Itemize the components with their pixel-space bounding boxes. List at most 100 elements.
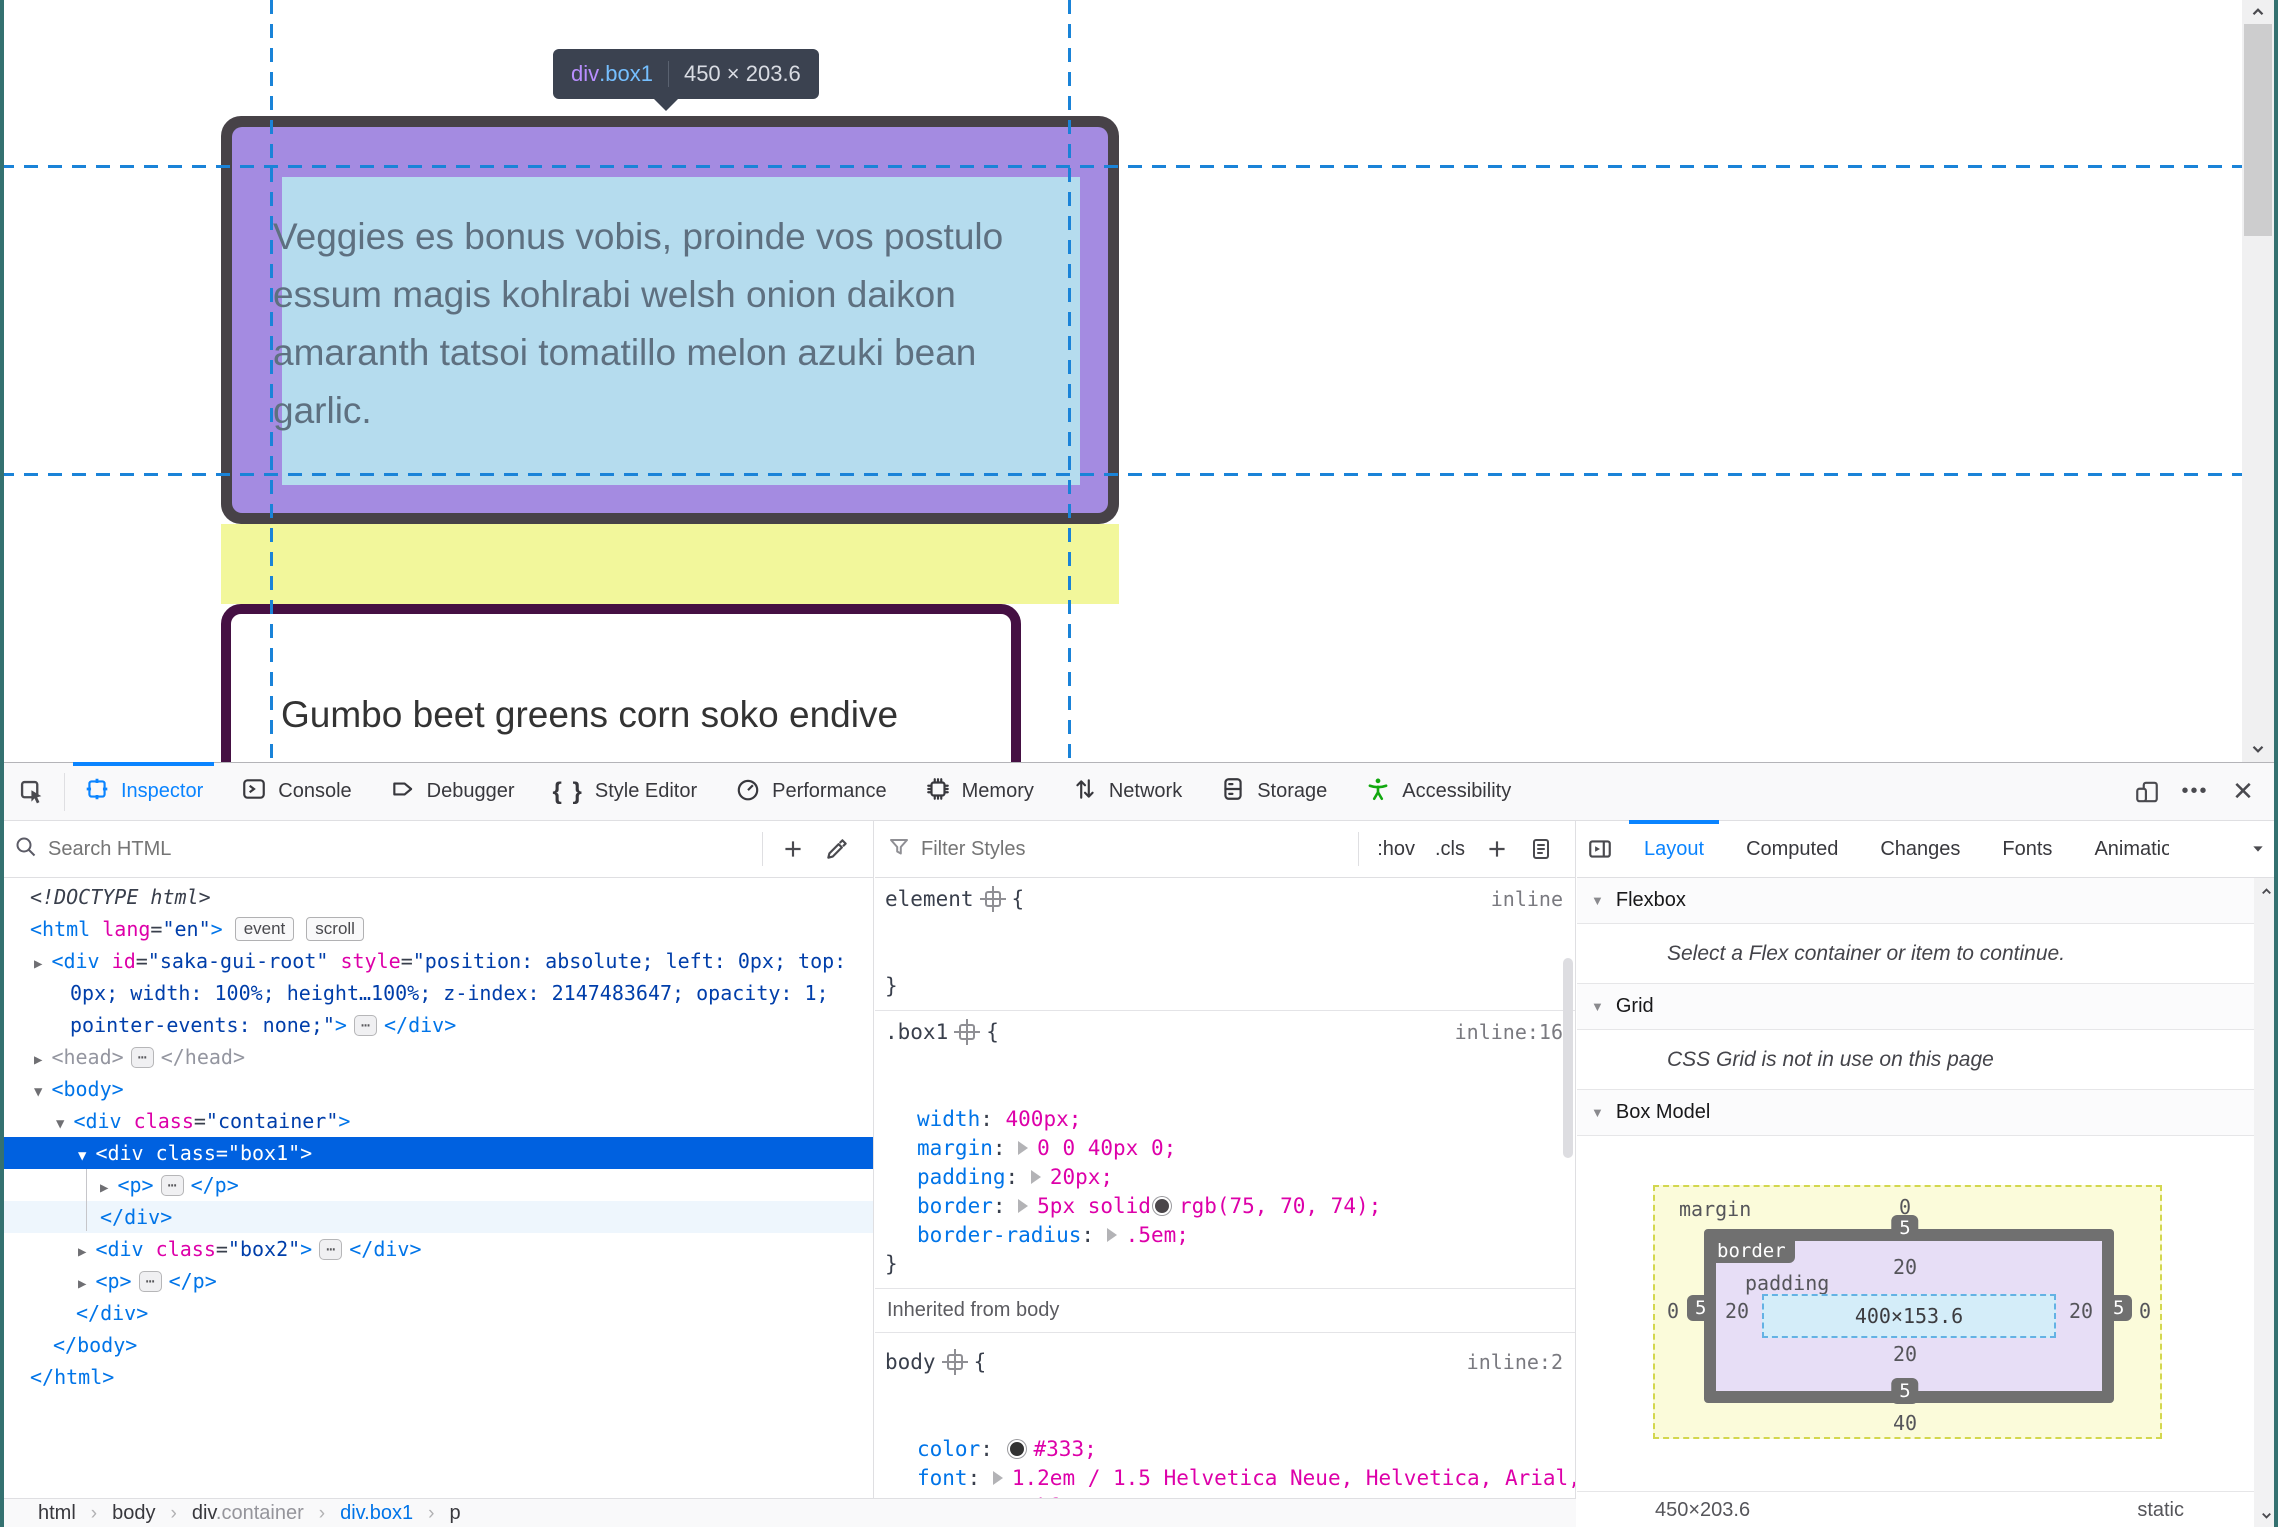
margin-right-value[interactable]: 0 xyxy=(2139,1299,2151,1323)
breadcrumb-item-html[interactable]: html xyxy=(38,1502,76,1525)
markup-row-body[interactable]: ▼ <body> xyxy=(0,1073,873,1105)
print-media-simulation-icon[interactable] xyxy=(1519,827,1563,871)
breadcrumb-tag: div xyxy=(191,1502,216,1524)
tab-inspector[interactable]: Inspector xyxy=(65,762,222,820)
tab-layout[interactable]: Layout xyxy=(1623,820,1725,877)
highlight-selector-icon[interactable] xyxy=(941,1349,968,1375)
declaration-font[interactable]: font: 1.2em / 1.5 Helvetica Neue, Helvet… xyxy=(875,1464,1575,1493)
memory-icon xyxy=(925,776,951,808)
markup-row-head[interactable]: ▶ <head> ⋯ </head> xyxy=(0,1041,873,1073)
content-dimensions: 400×153.6 xyxy=(1854,1304,1964,1328)
tab-memory[interactable]: Memory xyxy=(906,763,1053,820)
breadcrumb-item-div-container[interactable]: div.container xyxy=(192,1502,304,1525)
breadcrumb-item-body[interactable]: body xyxy=(112,1502,155,1525)
breadcrumb-item-p[interactable]: p xyxy=(449,1502,460,1525)
filter-styles-input[interactable] xyxy=(921,837,1351,861)
markup-row-div-box2[interactable]: ▶ <div class="box2"> ⋯ </div> xyxy=(0,1233,873,1265)
code-token: ; xyxy=(1176,1223,1189,1247)
close-devtools-button[interactable]: ✕ xyxy=(2222,771,2264,813)
highlight-selector-icon[interactable] xyxy=(954,1019,981,1045)
markup-row-close-div-container[interactable]: </div> xyxy=(0,1297,873,1329)
markup-row-p2[interactable]: ▶ <p> ⋯ </p> xyxy=(0,1265,873,1297)
search-html-input[interactable] xyxy=(48,837,754,861)
box1-paragraph: Veggies es bonus vobis, proinde vos post… xyxy=(273,216,1004,431)
tab-accessibility[interactable]: Accessibility xyxy=(1346,763,1530,820)
code-token: 1.2em / 1.5 Helvetica Neue, Helvetica, A… xyxy=(1011,1466,1575,1490)
grid-section-header[interactable]: ▼ Grid xyxy=(1577,984,2254,1030)
scrollbar-up-icon[interactable] xyxy=(2242,1,2274,23)
code-token: border-radius xyxy=(917,1223,1082,1247)
rule-selector-line[interactable]: body { inline:2 xyxy=(875,1340,1575,1435)
tab-debugger[interactable]: Debugger xyxy=(371,763,534,820)
markup-row-doctype[interactable]: <!DOCTYPE html> xyxy=(0,881,873,913)
rule-selector-line[interactable]: element { inline xyxy=(875,885,1575,972)
margin-bottom-value[interactable]: 40 xyxy=(1893,1411,1917,1435)
markup-row-close-body[interactable]: </body> xyxy=(0,1329,873,1361)
toggle-classes-button[interactable]: .cls xyxy=(1425,838,1475,861)
content-box[interactable]: 400×153.6 xyxy=(1762,1294,2056,1338)
rule-source-link[interactable]: inline xyxy=(1491,885,1563,914)
markup-row-div-box1-selected[interactable]: ▼ <div class="box1"> xyxy=(0,1137,873,1169)
breadcrumb-item-div-box1-active[interactable]: div.box1 xyxy=(340,1502,413,1525)
declaration-border[interactable]: border: 5px solid rgb(75, 70, 74); xyxy=(875,1192,1575,1221)
tab-fonts[interactable]: Fonts xyxy=(1981,821,2073,877)
tab-changes[interactable]: Changes xyxy=(1859,821,1981,877)
add-rule-button[interactable] xyxy=(1475,827,1519,871)
rule-selector-line[interactable]: .box1 { inline:16 xyxy=(875,1018,1575,1105)
flexbox-section-header[interactable]: ▼ Flexbox xyxy=(1577,878,2254,924)
rule-element: element { inline } xyxy=(875,878,1575,1011)
declaration-border-radius[interactable]: border-radius: .5em; xyxy=(875,1221,1575,1250)
border-right-value[interactable]: 5 xyxy=(2105,1295,2133,1321)
declaration-width[interactable]: width: 400px; xyxy=(875,1105,1575,1134)
declaration-margin[interactable]: margin: 0 0 40px 0; xyxy=(875,1134,1575,1163)
responsive-design-mode-button[interactable] xyxy=(2126,771,2168,813)
code-token: </head> xyxy=(160,1045,246,1069)
toggle-hover-pseudo-button[interactable]: :hov xyxy=(1367,838,1425,861)
scrollbar-thumb[interactable] xyxy=(2244,24,2272,236)
markup-row-div-container[interactable]: ▼ <div class="container"> xyxy=(0,1105,873,1137)
code-token: padding xyxy=(917,1165,1006,1189)
padding-bottom-value[interactable]: 20 xyxy=(1893,1342,1917,1366)
rule-source-link[interactable]: inline:16 xyxy=(1455,1018,1563,1047)
sidebar-tabs-overflow-icon[interactable] xyxy=(2238,841,2278,857)
scrollbar-down-icon[interactable] xyxy=(2242,738,2274,760)
sidebar-expand-icon[interactable] xyxy=(1577,821,1623,877)
markup-row-p[interactable]: ▶ <p> ⋯ </p> xyxy=(0,1169,873,1201)
markup-row-close-div-box1[interactable]: </div> xyxy=(0,1201,873,1233)
markup-row-saka-gui-root[interactable]: ▶ <div id="saka-gui-root" style="position… xyxy=(0,945,873,977)
eyedropper-icon[interactable] xyxy=(815,827,859,871)
node-picker-button[interactable] xyxy=(0,763,64,820)
markup-row-saka-wrap1[interactable]: 0px; width: 100%; height…100%; z-index: … xyxy=(0,977,873,1009)
page-scrollbar[interactable] xyxy=(2242,0,2274,762)
add-node-button[interactable] xyxy=(771,827,815,871)
border-top-value[interactable]: 5 xyxy=(1891,1215,1919,1241)
tab-console[interactable]: Console xyxy=(222,763,370,820)
box-model-section-header[interactable]: ▼ Box Model xyxy=(1577,1090,2254,1136)
breadcrumb-class: .container xyxy=(215,1502,304,1524)
highlight-selector-icon[interactable] xyxy=(979,886,1006,912)
border-left-value[interactable]: 5 xyxy=(1687,1295,1715,1321)
tab-label: Inspector xyxy=(121,780,204,802)
declaration-padding[interactable]: padding: 20px; xyxy=(875,1163,1575,1192)
padding-left-value[interactable]: 20 xyxy=(1725,1299,1749,1323)
tab-computed[interactable]: Computed xyxy=(1725,821,1859,877)
tab-network[interactable]: Network xyxy=(1053,763,1201,820)
code-token: class xyxy=(133,1109,194,1133)
markup-row-html[interactable]: <html lang="en"> event scroll xyxy=(0,913,873,945)
markup-row-saka-wrap2[interactable]: pointer-events: none;"> ⋯ </div> xyxy=(0,1009,873,1041)
tab-style-editor[interactable]: { } Style Editor xyxy=(534,763,717,820)
tooltip-dimensions: 450 × 203.6 xyxy=(683,61,801,86)
markup-row-close-html[interactable]: </html> xyxy=(0,1361,873,1393)
padding-right-value[interactable]: 20 xyxy=(2069,1299,2093,1323)
rules-scrollbar-thumb[interactable] xyxy=(1563,958,1573,1158)
tab-performance[interactable]: Performance xyxy=(716,763,906,820)
tab-animations[interactable]: Animations xyxy=(2073,821,2169,877)
tab-storage[interactable]: Storage xyxy=(1201,763,1346,820)
margin-left-value[interactable]: 0 xyxy=(1667,1299,1679,1323)
devtools-menu-button[interactable]: ••• xyxy=(2174,771,2216,813)
element-dimensions: 450×203.6 xyxy=(1655,1498,1751,1521)
declaration-color[interactable]: color: #333; xyxy=(875,1435,1575,1464)
padding-top-value[interactable]: 20 xyxy=(1893,1255,1917,1279)
border-bottom-value[interactable]: 5 xyxy=(1891,1378,1919,1404)
rule-source-link[interactable]: inline:2 xyxy=(1467,1348,1563,1377)
